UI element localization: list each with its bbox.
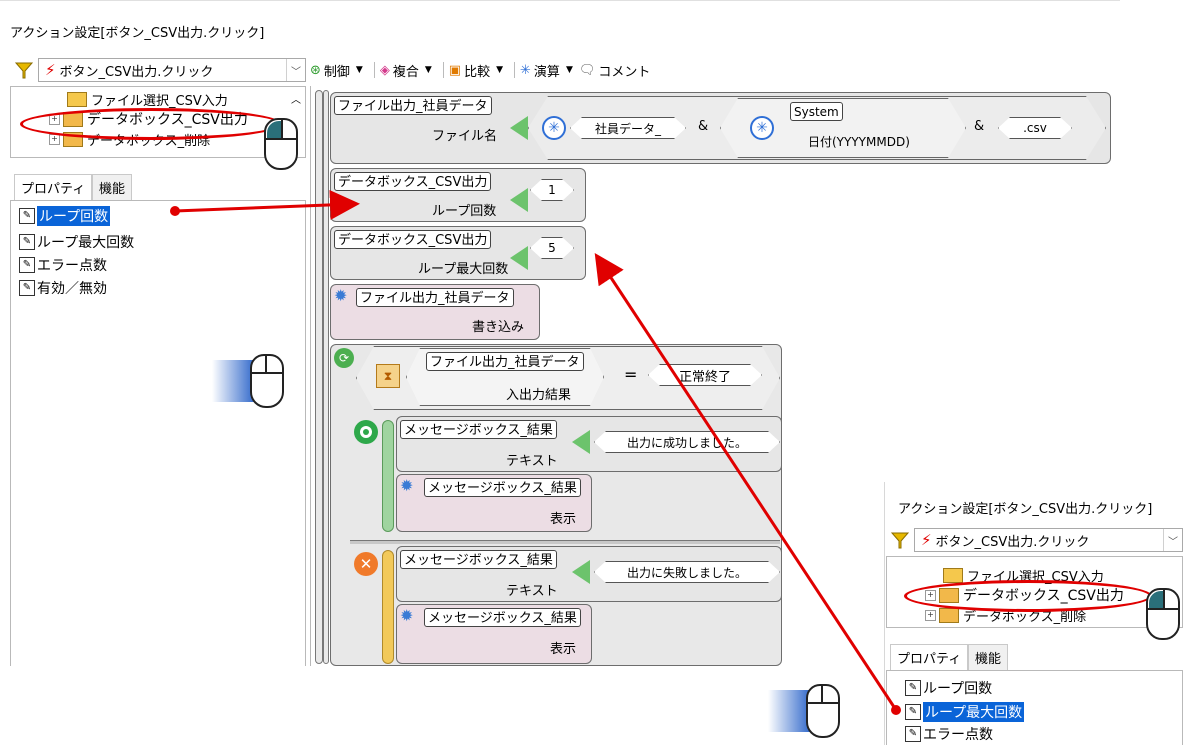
arrow-to-loop-count — [174, 189, 360, 220]
arrow-to-loop-max — [594, 252, 898, 711]
annotation-arrows — [170, 189, 901, 715]
